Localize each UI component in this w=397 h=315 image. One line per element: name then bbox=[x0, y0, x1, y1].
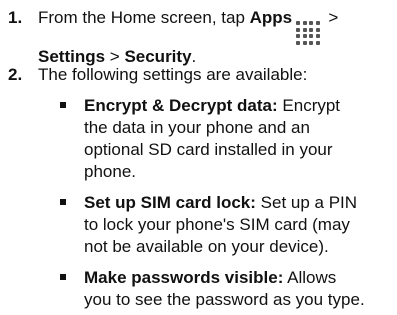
bullet-icon bbox=[60, 199, 66, 205]
bullet-icon bbox=[60, 274, 66, 280]
step-text: The following settings are available: bbox=[38, 65, 308, 84]
step-number: 1. bbox=[8, 8, 23, 27]
step-number: 2. bbox=[8, 65, 23, 84]
setting-title: Make passwords visible: bbox=[84, 268, 284, 287]
apps-label: Apps bbox=[249, 8, 293, 27]
bullet-icon bbox=[60, 102, 66, 108]
setting-title: Encrypt & Decrypt data: bbox=[84, 96, 278, 115]
step-text: From the Home screen, tap Apps > Setting… bbox=[38, 8, 339, 66]
apps-grid-icon bbox=[296, 21, 320, 45]
instructions-page: 1. From the Home screen, tap Apps > Sett… bbox=[0, 0, 397, 315]
setting-title: Set up SIM card lock: bbox=[84, 193, 256, 212]
